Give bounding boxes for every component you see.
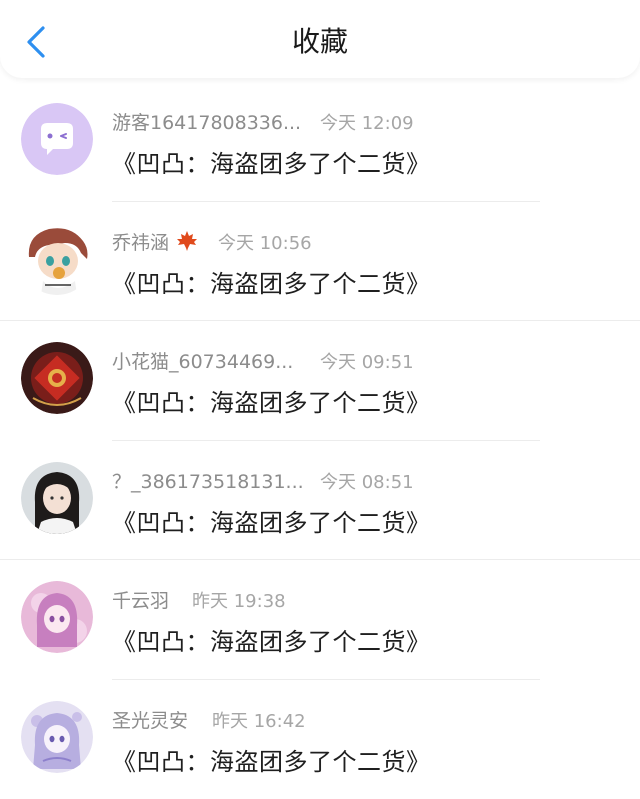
username[interactable]: ？_386173518131... [112,471,304,493]
item-meta: 乔祎涵 今天 10:56 [112,228,198,254]
timestamp: 今天 10:56 [218,229,312,255]
lavender-anime-girl-avatar-icon [21,701,93,773]
item-meta: 千云羽 昨天 19:38 [112,586,169,612]
item-meta: 圣光灵安 昨天 16:42 [112,706,188,732]
guest-chat-bubble-avatar-icon [21,103,93,175]
girl-photo-avatar-icon [21,462,93,534]
story-title[interactable]: 《凹凸：海盗团多了个二货》 [112,622,431,657]
anime-boy-avatar-icon [21,223,93,295]
list-item[interactable]: ？_386173518131... 今天 08:51 《凹凸：海盗团多了个二货》 [0,441,640,561]
username[interactable]: 圣光灵安 [112,710,188,732]
top-bar: 收藏 [0,0,640,78]
story-title[interactable]: 《凹凸：海盗团多了个二货》 [112,742,431,777]
story-title[interactable]: 《凹凸：海盗团多了个二货》 [112,264,431,299]
red-decoration-avatar-icon [21,342,93,414]
item-meta: 小花猫_60734469... 今天 09:51 [112,347,293,373]
avatar[interactable] [21,103,93,175]
favorites-list: 游客16417808336... 今天 12:09 《凹凸：海盗团多了个二货》 … [0,82,640,799]
avatar[interactable] [21,223,93,295]
story-title[interactable]: 《凹凸：海盗团多了个二货》 [112,503,431,538]
list-item[interactable]: 乔祎涵 今天 10:56 《凹凸：海盗团多了个二货》 [0,202,640,322]
item-meta: ？_386173518131... 今天 08:51 [112,467,304,493]
username[interactable]: 乔祎涵 [112,232,169,254]
story-title[interactable]: 《凹凸：海盗团多了个二货》 [112,383,431,418]
timestamp: 今天 12:09 [320,109,414,135]
timestamp: 今天 09:51 [320,348,414,374]
timestamp: 今天 08:51 [320,468,414,494]
avatar[interactable] [21,342,93,414]
list-item[interactable]: 小花猫_60734469... 今天 09:51 《凹凸：海盗团多了个二货》 [0,321,640,441]
pink-anime-girl-avatar-icon [21,581,93,653]
username[interactable]: 千云羽 [112,590,169,612]
item-meta: 游客16417808336... 今天 12:09 [112,108,301,134]
avatar[interactable] [21,462,93,534]
list-item[interactable]: 游客16417808336... 今天 12:09 《凹凸：海盗团多了个二货》 [0,82,640,202]
maple-leaf-icon [176,230,198,256]
list-item[interactable]: 圣光灵安 昨天 16:42 《凹凸：海盗团多了个二货》 [0,680,640,799]
timestamp: 昨天 19:38 [192,587,286,613]
avatar[interactable] [21,701,93,773]
timestamp: 昨天 16:42 [212,707,306,733]
username[interactable]: 小花猫_60734469... [112,351,293,373]
avatar[interactable] [21,581,93,653]
username[interactable]: 游客16417808336... [112,112,301,134]
list-item[interactable]: 千云羽 昨天 19:38 《凹凸：海盗团多了个二货》 [0,560,640,680]
story-title[interactable]: 《凹凸：海盗团多了个二货》 [112,144,431,179]
page-title: 收藏 [0,22,640,62]
